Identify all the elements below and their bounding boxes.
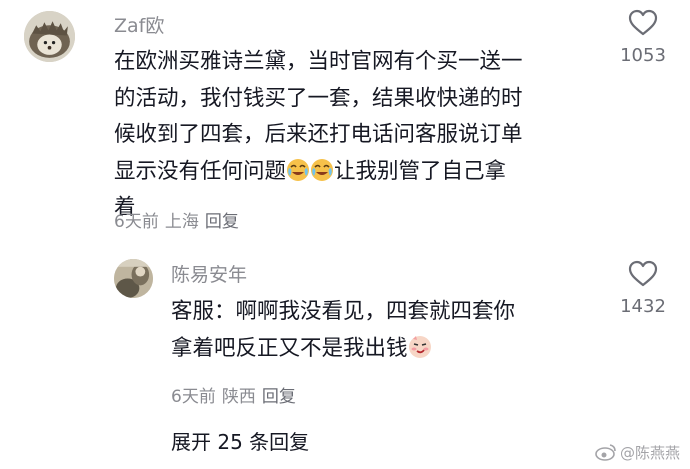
reply-text: 客服：啊啊我没看见，四套就四套你 拿着吧反正又不是我出钱 — [171, 294, 515, 367]
weibo-logo-icon — [595, 444, 616, 461]
comment-line: 候收到了四套，后来还打电话问客服说订单 — [114, 122, 523, 147]
heart-icon — [628, 9, 658, 36]
reply-time: 6天前 — [171, 387, 216, 407]
hedgehog-avatar-icon — [24, 11, 75, 62]
comment-location: 上海 — [164, 212, 199, 232]
comment-line: 的活动，我付钱买了一套，结果收快递的时 — [114, 85, 523, 111]
crying-laughing-emoji-icon — [310, 158, 334, 182]
replier-username[interactable]: 陈易安年 — [171, 260, 247, 287]
reply-like-button[interactable]: 1432 — [613, 260, 673, 317]
reply-line: 拿着吧反正又不是我出钱 — [171, 335, 408, 361]
comment-text: 在欧洲买雅诗兰黛，当时官网有个买一送一 的活动，我付钱买了一套，结果收快递的时 … — [114, 44, 523, 227]
watermark: @陈燕燕 — [595, 442, 680, 463]
reply-reply-button[interactable]: 回复 — [262, 387, 296, 407]
comment-line: 显示没有任何问题 — [114, 158, 287, 184]
comment-meta: 6天前 上海 回复 — [114, 207, 245, 232]
replier-avatar[interactable] — [114, 259, 153, 298]
reply-location: 陕西 — [221, 387, 256, 407]
comment-like-count: 1053 — [620, 45, 666, 66]
smirk-emoji-icon — [408, 335, 432, 359]
reply-meta: 6天前 陕西 回复 — [171, 382, 302, 407]
watermark-text: @陈燕燕 — [619, 444, 680, 462]
commenter-username[interactable]: Zaf欧 — [114, 11, 164, 38]
reply-like-count: 1432 — [620, 296, 666, 317]
comment-like-button[interactable]: 1053 — [613, 9, 673, 66]
commenter-avatar[interactable] — [24, 11, 75, 62]
expand-replies-button[interactable]: 展开 25 条回复 — [171, 426, 309, 455]
crying-laughing-emoji-icon — [286, 158, 310, 182]
comment-line: 让我别管了自己拿 — [334, 158, 507, 184]
reply-line: 客服：啊啊我没看见，四套就四套你 — [171, 299, 516, 324]
heart-icon — [628, 260, 658, 287]
photo-avatar-icon — [114, 259, 153, 298]
comment-line: 在欧洲买雅诗兰黛，当时官网有个买一送一 — [114, 49, 523, 74]
comment-reply-button[interactable]: 回复 — [205, 212, 239, 232]
comment-line-with-emoji: 显示没有任何问题 让我别管了自己拿 — [114, 154, 523, 191]
reply-line-with-emoji: 拿着吧反正又不是我出钱 — [171, 331, 515, 368]
comment-time: 6天前 — [114, 212, 159, 232]
